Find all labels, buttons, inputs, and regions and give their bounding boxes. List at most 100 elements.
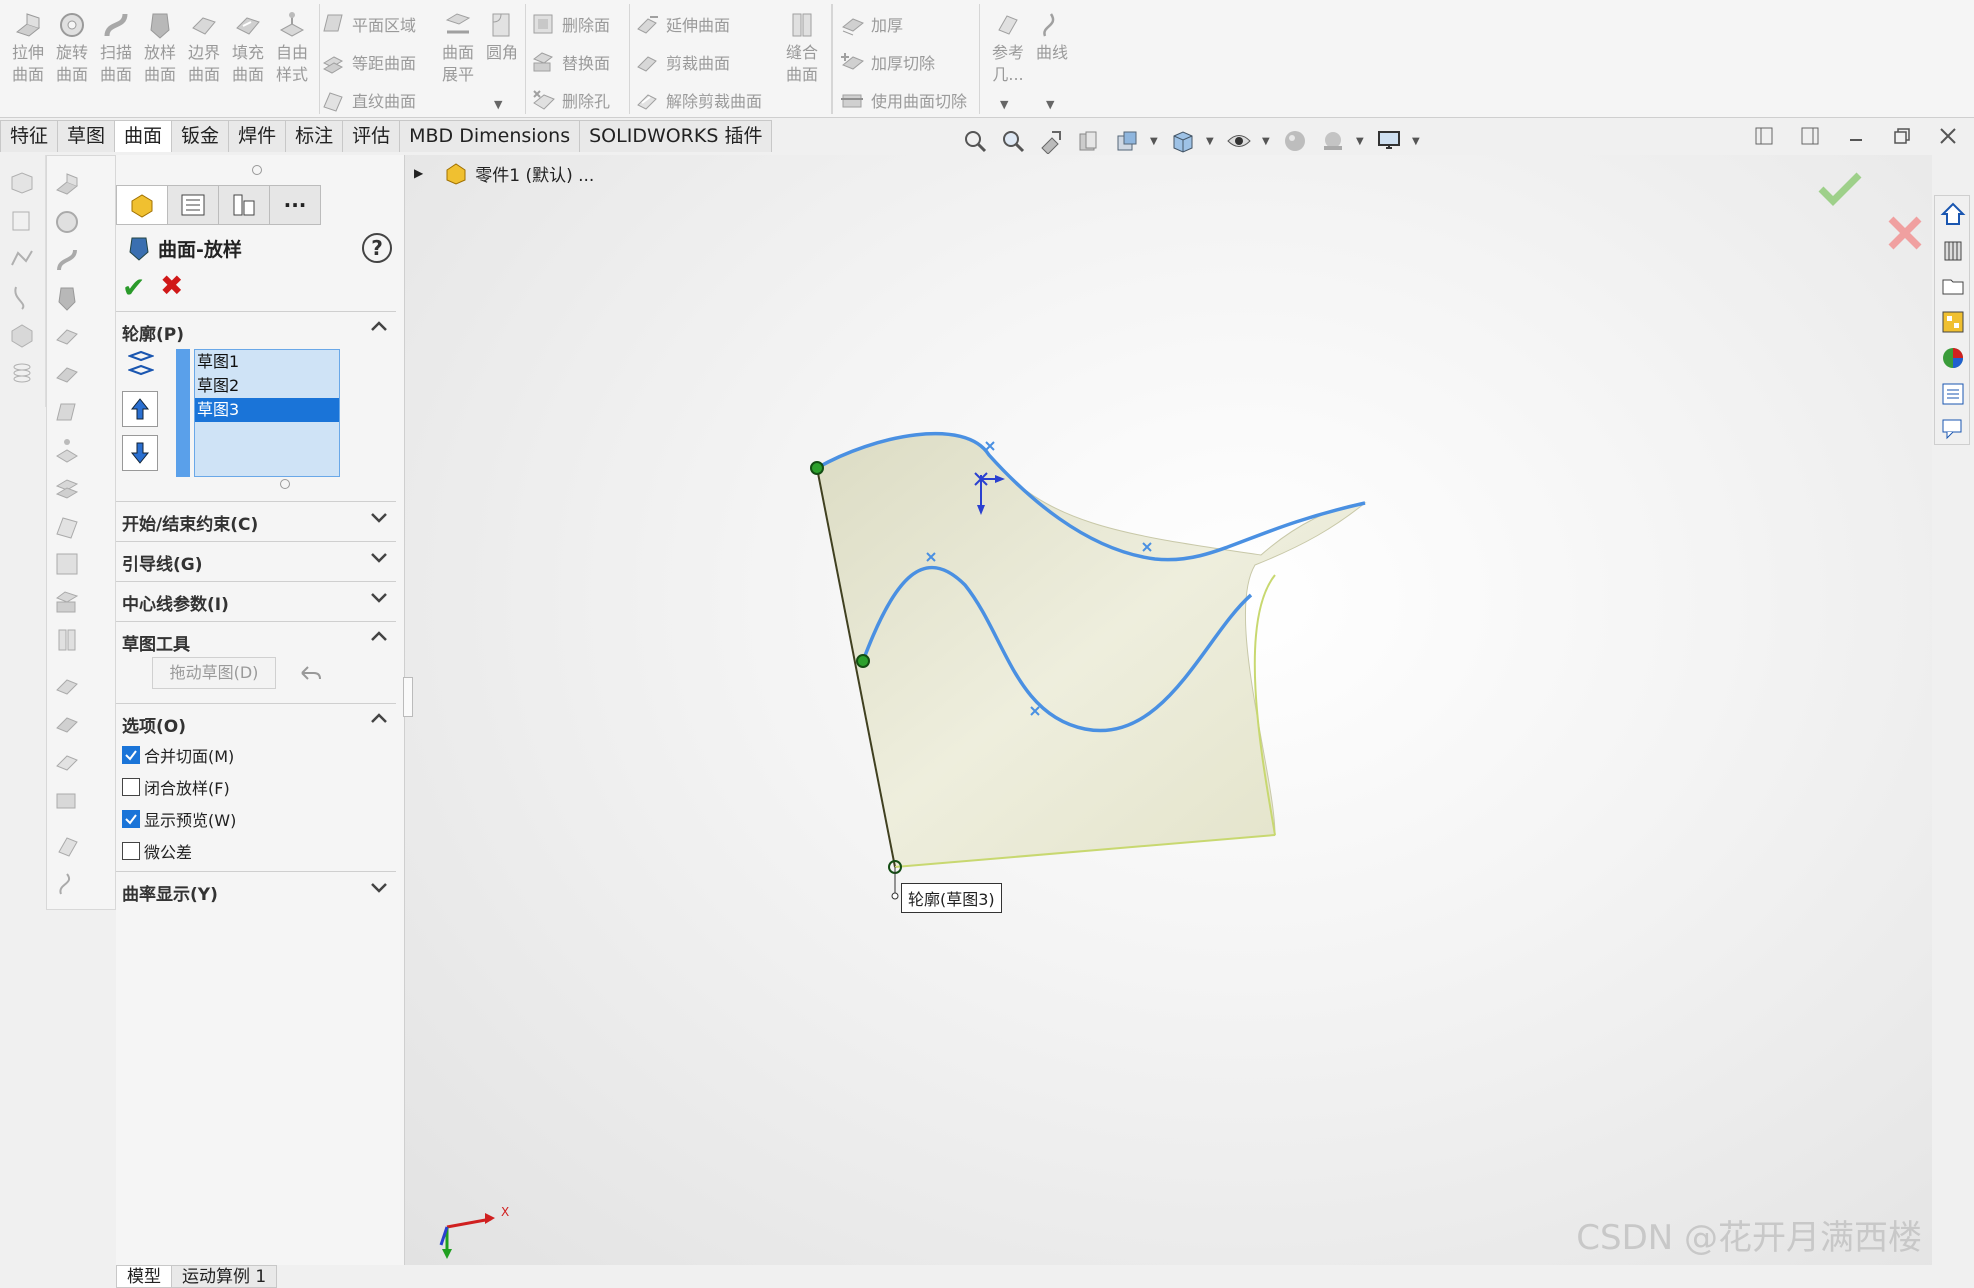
freeform-button[interactable]: 自由 样式 [270, 4, 314, 114]
profile-endpoint[interactable] [856, 654, 870, 668]
tab-surfaces[interactable]: 曲面 [114, 120, 173, 152]
drag-sketch-button[interactable]: 拖动草图(D) [152, 657, 276, 689]
panel-left-button[interactable] [1752, 124, 1776, 148]
view-settings-dropdown-icon[interactable]: ▼ [1412, 136, 1422, 147]
revolve-surface-small-icon[interactable] [53, 208, 81, 236]
surface-flatten-button[interactable]: 曲面 展平 [436, 4, 480, 114]
section-view-button[interactable] [1074, 126, 1104, 156]
loft-surface-small-icon[interactable] [53, 284, 81, 312]
merge-tangent-faces-option[interactable]: 合并切面(M) [122, 743, 234, 767]
list-item[interactable]: 草图1 [195, 350, 339, 374]
replace-face-small-icon[interactable] [53, 588, 81, 616]
part-cube-icon[interactable] [8, 169, 36, 197]
apply-scene-dropdown-icon[interactable]: ▼ [1356, 136, 1366, 147]
micro-tolerance-checkbox[interactable] [122, 842, 140, 860]
thicken-cut-button[interactable]: 加厚切除 [839, 46, 935, 78]
centerline-parameters-header[interactable]: 中心线参数(I) [116, 581, 396, 619]
micro-tolerance-option[interactable]: 微公差 [122, 839, 192, 863]
edit-appearance-button[interactable] [1280, 126, 1310, 156]
close-loft-checkbox[interactable] [122, 778, 140, 796]
tab-motion-study[interactable]: 运动算例 1 [171, 1265, 278, 1288]
minimize-button[interactable] [1844, 124, 1868, 148]
appearances-icon[interactable] [1939, 344, 1967, 372]
design-library-icon[interactable] [1939, 236, 1967, 264]
tab-property-manager[interactable] [167, 185, 219, 225]
tab-annotation[interactable]: 标注 [285, 120, 344, 152]
home-icon[interactable] [1939, 200, 1967, 228]
lofted-surface[interactable] [816, 433, 1367, 868]
sweep-surface-button[interactable]: 扫描 曲面 [94, 4, 138, 114]
tab-more[interactable]: ··· [269, 185, 321, 225]
graphics-area[interactable]: 轮廓(草图3) X CSDN @花开月满西楼 [403, 155, 1932, 1265]
tab-feature-manager[interactable] [116, 185, 168, 225]
delete-face-small-icon[interactable] [53, 550, 81, 578]
freeform-small-icon[interactable] [53, 436, 81, 464]
profile-section-header[interactable]: 轮廓(P) [116, 311, 396, 349]
extend-surface-button[interactable]: 延伸曲面 [634, 8, 730, 40]
view-settings-button[interactable] [1374, 126, 1404, 156]
start-end-constraints-header[interactable]: 开始/结束约束(C) [116, 501, 396, 539]
reference-geometry-small-icon[interactable] [53, 832, 81, 860]
cut-with-surface-button[interactable]: 使用曲面切除 [839, 84, 967, 116]
previous-view-button[interactable] [1036, 126, 1066, 156]
hook-curve-icon[interactable] [8, 283, 36, 311]
feature-tree-flyout[interactable]: ▶ 零件1 (默认) ... [414, 160, 594, 186]
merge-tangent-faces-checkbox[interactable] [122, 746, 140, 764]
trim-surface-small-icon[interactable] [53, 710, 81, 738]
sketch-line-icon[interactable] [8, 245, 36, 273]
offset-surface-small-icon[interactable] [53, 474, 81, 502]
display-style-button[interactable] [1168, 126, 1198, 156]
offset-surface-button[interactable]: 等距曲面 [320, 46, 416, 78]
hide-show-items-button[interactable] [1224, 126, 1254, 156]
list-resize-handle[interactable] [280, 479, 290, 489]
tab-evaluate[interactable]: 评估 [342, 120, 401, 152]
show-preview-checkbox[interactable] [122, 810, 140, 828]
sketch-tools-header[interactable]: 草图工具 [116, 621, 396, 659]
ok-button[interactable]: ✔ [122, 271, 145, 304]
fill-surface-small-icon[interactable] [53, 360, 81, 388]
tab-model[interactable]: 模型 [116, 1265, 172, 1288]
untrim-surface-small-icon[interactable] [53, 748, 81, 776]
box-outline-icon[interactable] [8, 207, 36, 235]
show-preview-option[interactable]: 显示预览(W) [122, 807, 236, 831]
extrude-surface-small-icon[interactable] [53, 170, 81, 198]
zoom-to-fit-button[interactable] [960, 126, 990, 156]
spring-icon[interactable] [8, 359, 36, 387]
help-button[interactable]: ? [362, 233, 392, 263]
restore-button[interactable] [1890, 124, 1914, 148]
display-style-dropdown-icon[interactable]: ▼ [1206, 136, 1216, 147]
profile-list[interactable]: 草图1 草图2 草图3 [194, 349, 340, 477]
tab-weldments[interactable]: 焊件 [228, 120, 287, 152]
tab-configuration-manager[interactable] [218, 185, 270, 225]
view-palette-icon[interactable] [1939, 308, 1967, 336]
options-header[interactable]: 选项(O) [116, 703, 396, 741]
untrim-surface-button[interactable]: 解除剪裁曲面 [634, 84, 762, 116]
boundary-surface-button[interactable]: 边界 曲面 [182, 4, 226, 114]
panel-resize-handle[interactable] [252, 165, 262, 175]
profile-endpoint[interactable] [810, 461, 824, 475]
tab-features[interactable]: 特征 [0, 120, 59, 152]
delete-hole-button[interactable]: 删除孔 [530, 84, 610, 116]
move-up-button[interactable] [122, 391, 158, 427]
view-orientation-dropdown-icon[interactable]: ▼ [1150, 136, 1160, 147]
close-button[interactable] [1936, 124, 1960, 148]
list-item[interactable]: 草图2 [195, 374, 339, 398]
custom-properties-icon[interactable] [1939, 380, 1967, 408]
apply-scene-button[interactable] [1318, 126, 1348, 156]
guide-curves-header[interactable]: 引导线(G) [116, 541, 396, 579]
profile-callout[interactable]: 轮廓(草图3) [901, 883, 1002, 913]
close-loft-option[interactable]: 闭合放样(F) [122, 775, 230, 799]
ruled-surface-small-icon[interactable] [53, 512, 81, 540]
confirm-ok-icon[interactable] [1815, 169, 1865, 209]
ruled-surface-button[interactable]: 直纹曲面 [320, 84, 416, 116]
undo-icon[interactable] [298, 663, 322, 685]
revolve-surface-button[interactable]: 旋转 曲面 [50, 4, 94, 114]
extend-surface-small-icon[interactable] [53, 672, 81, 700]
sweep-surface-small-icon[interactable] [53, 246, 81, 274]
dynamic-annotation-button[interactable] [1112, 126, 1142, 156]
tab-sketch[interactable]: 草图 [57, 120, 116, 152]
panel-right-button[interactable] [1798, 124, 1822, 148]
thicken-small-icon[interactable] [53, 786, 81, 814]
move-down-button[interactable] [122, 435, 158, 471]
hide-show-dropdown-icon[interactable]: ▼ [1262, 136, 1272, 147]
